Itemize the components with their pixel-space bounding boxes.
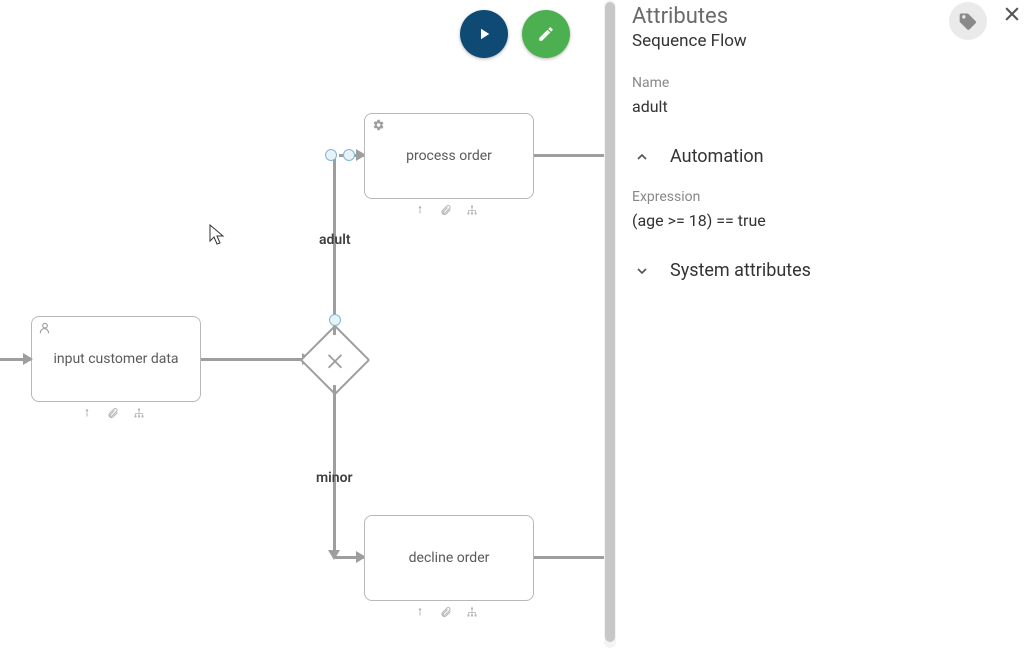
section-automation[interactable]: Automation	[632, 146, 1033, 167]
flow-label-minor[interactable]: minor	[316, 470, 353, 486]
node-label: decline order	[409, 550, 490, 566]
scrollbar-vertical[interactable]	[604, 0, 616, 648]
port-adult-end-1[interactable]	[325, 149, 337, 161]
sitemap-icon[interactable]	[465, 605, 479, 619]
info-icon[interactable]	[413, 605, 427, 619]
expression-value[interactable]: (age >= 18) == true	[632, 211, 1033, 230]
chevron-down-icon	[632, 261, 652, 281]
edit-button[interactable]	[522, 10, 570, 58]
node-process-order[interactable]: process order	[364, 113, 534, 199]
attachment-icon[interactable]	[439, 605, 453, 619]
node-process-order-icons	[413, 203, 479, 217]
close-button[interactable]	[1001, 2, 1023, 24]
port-gateway-top[interactable]	[329, 314, 341, 326]
close-icon	[1002, 4, 1022, 24]
expression-label: Expression	[632, 189, 1033, 205]
flow-label-adult[interactable]: adult	[319, 232, 351, 248]
section-system-attributes-title: System attributes	[670, 260, 811, 281]
node-input-customer-data[interactable]: input customer data	[31, 316, 201, 402]
panel-subtitle: Sequence Flow	[632, 31, 747, 51]
name-field-value[interactable]: adult	[632, 97, 1033, 116]
info-icon[interactable]	[80, 406, 94, 420]
play-button[interactable]	[460, 10, 508, 58]
user-task-icon	[38, 321, 52, 339]
section-system-attributes[interactable]: System attributes	[632, 260, 1033, 281]
name-field-label: Name	[632, 75, 1033, 91]
node-decline-order-icons	[413, 605, 479, 619]
chevron-up-icon	[632, 147, 652, 167]
info-icon[interactable]	[413, 203, 427, 217]
attributes-panel: Attributes Sequence Flow Name adult Auto…	[618, 0, 1033, 656]
node-label: process order	[406, 148, 492, 164]
connector-process-order-out[interactable]	[534, 154, 604, 157]
connector-input-to-gateway[interactable]	[201, 358, 310, 361]
connector-minor-h[interactable]	[335, 556, 364, 559]
mouse-cursor	[209, 224, 225, 246]
connector-decline-order-out[interactable]	[534, 556, 604, 559]
port-adult-end-2[interactable]	[343, 149, 355, 161]
node-label: input customer data	[53, 351, 178, 367]
panel-title: Attributes	[632, 0, 747, 29]
section-automation-title: Automation	[670, 146, 764, 167]
canvas-action-buttons	[460, 10, 570, 58]
scrollbar-thumb[interactable]	[605, 2, 615, 642]
tag-icon	[958, 11, 978, 31]
connector-start-to-input	[0, 358, 31, 361]
gateway-x-icon	[324, 349, 346, 371]
node-input-customer-icons	[80, 406, 146, 420]
gateway-exclusive[interactable]	[310, 335, 360, 385]
pencil-icon	[537, 25, 555, 43]
service-task-icon	[371, 118, 385, 136]
play-icon	[475, 25, 493, 43]
attachment-icon[interactable]	[439, 203, 453, 217]
node-decline-order[interactable]: decline order	[364, 515, 534, 601]
sitemap-icon[interactable]	[465, 203, 479, 217]
attachment-icon[interactable]	[106, 406, 120, 420]
bpmn-canvas[interactable]: input customer data adult process order	[0, 0, 610, 656]
tag-button[interactable]	[949, 2, 987, 40]
sitemap-icon[interactable]	[132, 406, 146, 420]
